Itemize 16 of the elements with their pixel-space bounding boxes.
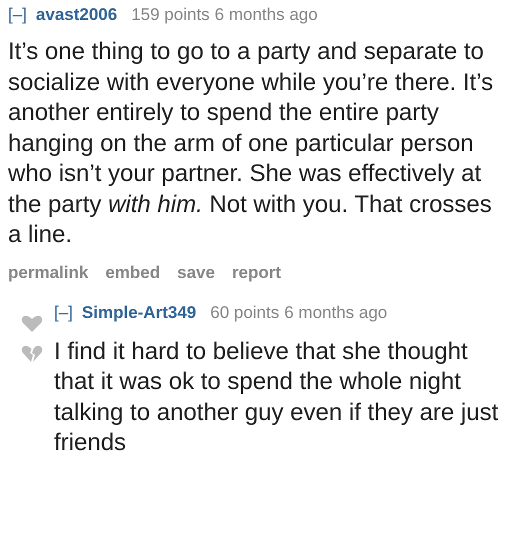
score: 60 points [210,302,280,324]
timestamp: 6 months ago [214,4,318,26]
comment-text: I find it hard to believe that she thought that it was ok to spend the whole night talking to another guy even if they are just friends [54,336,500,458]
collapse-toggle[interactable]: [–] [8,3,27,27]
collapse-toggle[interactable]: [–] [54,300,73,324]
action-link[interactable]: report [232,262,282,282]
action-link[interactable]: permalink [8,262,88,282]
username-link[interactable]: Simple-Art349 [82,300,196,324]
action-link[interactable]: save [177,262,215,282]
username-link[interactable]: avast2006 [36,3,118,27]
broken-heart-downvote-icon[interactable] [21,344,43,362]
heart-upvote-icon[interactable] [21,314,43,332]
score: 159 points [131,4,210,26]
action-link[interactable]: embed [105,262,160,282]
comment-text: It’s one thing to go to a party and separate to socialize with everyone while you’re there. It’s another entirely to spend the entire party hanging on the arm of one particular person who isn’t your partner. She was effectively at the party with him. Not with you. That crosses a line. [8,37,494,250]
timestamp: 6 months ago [284,302,388,324]
